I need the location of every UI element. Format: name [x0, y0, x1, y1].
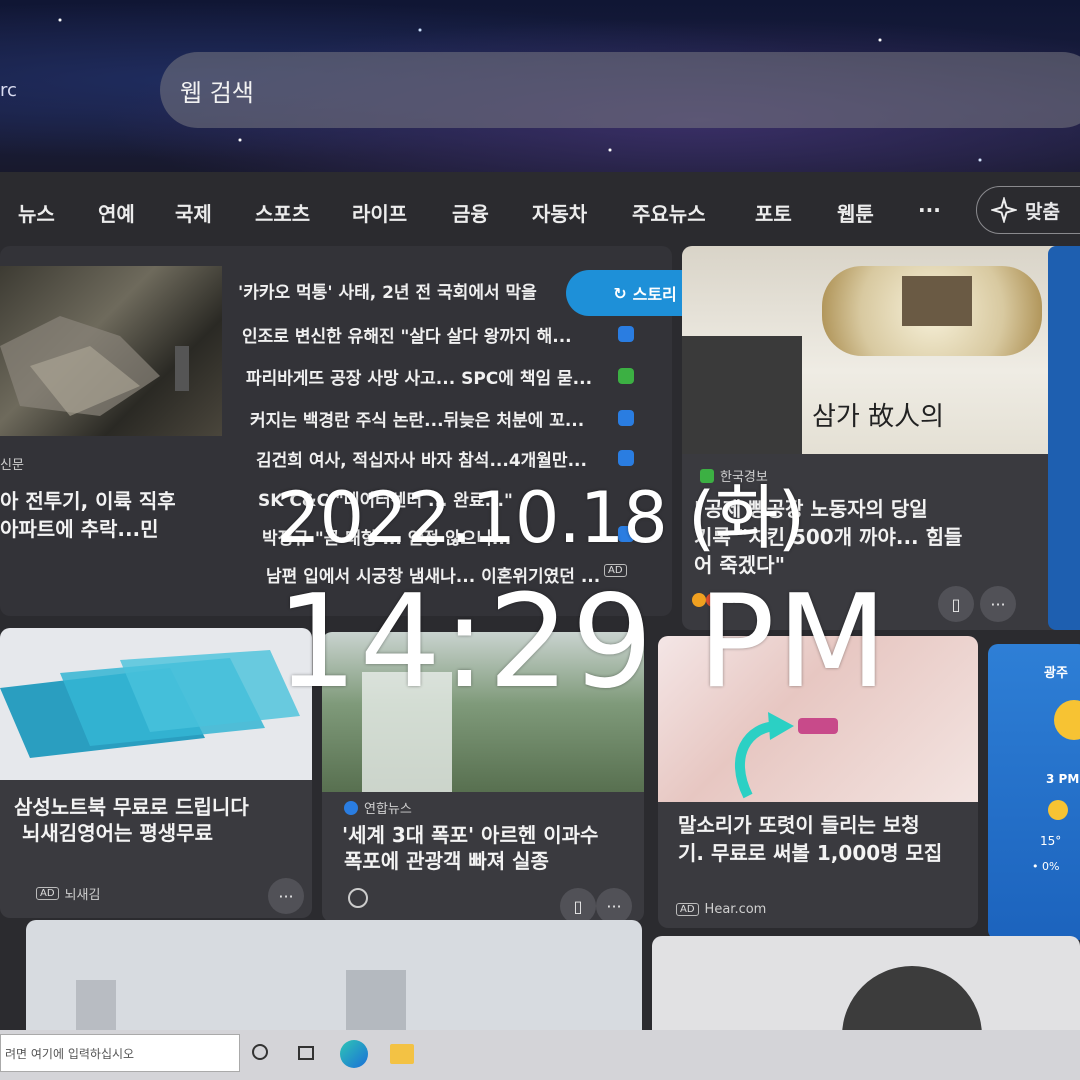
ad-card-title-1: 말소리가 또렷이 들리는 보청 — [678, 813, 920, 837]
tab-entertainment[interactable]: 연예 — [98, 198, 135, 227]
cortana-icon[interactable] — [252, 1044, 268, 1060]
photo-date-stamp: 2022.10.18 (화) — [276, 477, 805, 559]
tab-finance[interactable]: 금융 — [452, 198, 489, 227]
brand-label: rc — [0, 80, 17, 101]
publisher-icon — [618, 326, 634, 342]
ad-badge: AD — [36, 887, 59, 900]
ellipsis-icon: ··· — [990, 594, 1006, 614]
news-card-source: 연합뉴스 — [344, 798, 412, 817]
weather-card[interactable]: 광주 3 PM 15° • 0% — [988, 644, 1080, 940]
tab-photos[interactable]: 포토 — [755, 198, 792, 227]
edge-browser-icon[interactable] — [340, 1040, 368, 1068]
task-view-icon[interactable] — [298, 1046, 314, 1060]
publisher-logo-icon — [344, 800, 358, 815]
weather-hour: 3 PM — [1046, 772, 1080, 786]
headline-item[interactable]: 커지는 백경란 주식 논란...뒤늦은 처분에 꼬... — [250, 406, 584, 431]
tab-world[interactable]: 국제 — [175, 198, 212, 227]
sun-icon — [1054, 700, 1080, 740]
tab-sports[interactable]: 스포츠 — [255, 198, 310, 227]
sun-small-icon — [1048, 800, 1068, 820]
tab-top-news[interactable]: 주요뉴스 — [632, 198, 706, 227]
tab-webtoon[interactable]: 웹툰 — [837, 198, 874, 227]
personalize-button[interactable]: 맞춤 — [976, 186, 1080, 234]
precip-value: 0% — [1042, 860, 1060, 873]
memorial-banner: 삼가 故人의 — [812, 402, 945, 432]
ellipsis-icon: ··· — [278, 886, 294, 906]
headline-item[interactable]: '카카오 먹통' 사태, 2년 전 국회에서 막을 — [238, 278, 537, 303]
side-card[interactable] — [1048, 246, 1080, 630]
more-options-button[interactable]: ··· — [980, 586, 1016, 622]
ad-card-source: AD 뇌새김 — [36, 884, 100, 903]
ad-card-source: AD Hear.com — [676, 902, 766, 917]
bookmark-icon: ▯ — [951, 594, 961, 614]
wreckage-graphic — [0, 316, 189, 416]
notebook-image — [0, 628, 312, 780]
weather-precip: • 0% — [1032, 860, 1059, 873]
tab-autos[interactable]: 자동차 — [532, 198, 587, 227]
tab-life[interactable]: 라이프 — [352, 198, 407, 227]
web-search-input[interactable]: 웹 검색 — [160, 52, 1080, 128]
bookmark-icon: ▯ — [573, 896, 583, 916]
taskbar-search-input[interactable]: 려면 여기에 입력하십시오 — [0, 1034, 240, 1072]
file-explorer-icon[interactable] — [390, 1044, 414, 1064]
save-button[interactable]: ▯ — [560, 888, 596, 922]
weather-location: 광주 — [1044, 666, 1068, 681]
top-story-title-1[interactable]: 아 전투기, 이륙 직후 — [0, 486, 176, 516]
ad-source-label: 뇌새김 — [64, 888, 101, 903]
search-placeholder: 웹 검색 — [180, 78, 254, 107]
more-options-button[interactable]: ··· — [596, 888, 632, 922]
news-source-label: 연합뉴스 — [364, 802, 412, 817]
ellipsis-icon: ··· — [606, 896, 622, 916]
top-story-source: 신문 — [0, 458, 24, 473]
photo-time-stamp: 14:29 PM — [276, 568, 890, 717]
raindrop-icon: • — [1032, 860, 1039, 873]
news-card-title-2: 폭포에 관광객 빠져 실종 — [344, 849, 549, 873]
top-story-title-2[interactable]: 아파트에 추락...민 — [0, 514, 159, 544]
save-button[interactable]: ▯ — [938, 586, 974, 622]
feature-story-image: 삼가 故人의 — [682, 246, 1064, 454]
memorial-portrait — [902, 276, 972, 326]
more-options-button[interactable]: ··· — [268, 878, 304, 914]
person-photo — [842, 966, 982, 1040]
ad-card-title-2: 뇌새김영어는 평생무료 — [22, 821, 213, 845]
ad-card-title-2: 기. 무료로 써볼 1,000명 모집 — [678, 841, 943, 865]
ad-badge: AD — [676, 903, 699, 916]
news-card-person[interactable] — [652, 936, 1080, 1040]
personalize-label: 맞춤 — [1025, 200, 1060, 223]
headline-item[interactable]: 인조로 변신한 유해진 "살다 살다 왕까지 해... — [242, 322, 572, 347]
news-card-city[interactable] — [26, 920, 642, 1040]
publisher-icon — [618, 410, 634, 426]
taskbar-search-placeholder: 려면 여기에 입력하십시오 — [5, 1046, 135, 1061]
ad-card-notebook[interactable]: 삼성노트북 무료로 드립니다 뇌새김영어는 평생무료 AD 뇌새김 ··· — [0, 628, 312, 918]
nav-more-button[interactable]: ··· — [918, 198, 941, 222]
person-silhouette — [682, 336, 802, 454]
top-story-image[interactable] — [0, 266, 222, 436]
tab-news[interactable]: 뉴스 — [18, 198, 55, 227]
refresh-icon: ↻ — [613, 283, 627, 303]
laptop-graphic — [0, 650, 300, 758]
sparkle-icon — [991, 197, 1017, 223]
weather-temp: 15° — [1040, 834, 1062, 848]
ad-source-label: Hear.com — [704, 902, 767, 917]
headline-item[interactable]: 파리바게뜨 공장 사망 사고... SPC에 책임 묻... — [246, 364, 592, 389]
publisher-icon — [618, 368, 634, 384]
reaction-icon[interactable] — [348, 888, 368, 908]
